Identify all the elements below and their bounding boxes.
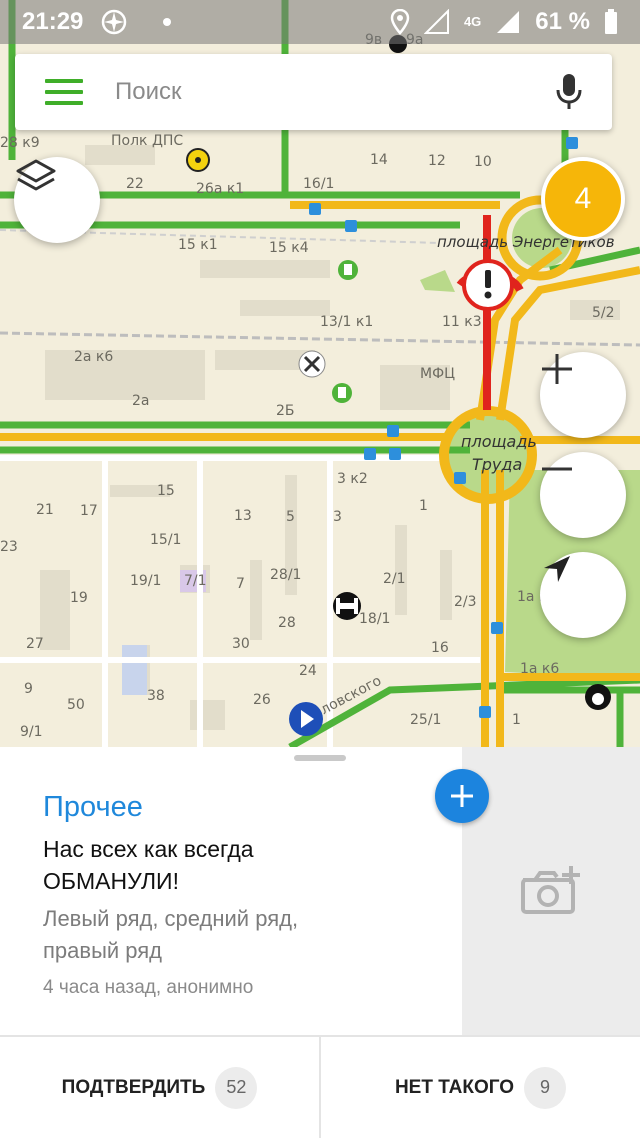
event-meta: 4 часа назад, анонимно (43, 977, 254, 998)
add-photo-icon (521, 866, 580, 914)
map-label: 1 (512, 712, 521, 728)
map-label: 9/1 (20, 724, 43, 740)
add-photo-panel[interactable] (462, 747, 640, 1035)
map-label: 2/3 (454, 594, 477, 610)
map-label: 5/2 (592, 305, 615, 321)
map-label: 38 (147, 688, 165, 704)
map-label: МФЦ (420, 366, 455, 382)
layers-button[interactable] (14, 157, 100, 243)
gym-icon[interactable] (333, 592, 361, 620)
plus-icon (451, 785, 473, 807)
map-label: 13 (234, 508, 252, 524)
map-label: 2/1 (383, 571, 406, 587)
map-label: 21 (36, 502, 54, 518)
map-label: 25/1 (410, 712, 442, 728)
zoom-out-button[interactable] (540, 452, 626, 538)
map-label: 15/1 (150, 532, 182, 548)
map-label: 16/1 (303, 176, 335, 192)
map-label: 5 (286, 509, 295, 525)
event-headline: Нас всех как всегда ОБМАНУЛИ! (43, 836, 254, 894)
map-label: площадь (461, 432, 537, 451)
confirm-count: 52 (215, 1066, 258, 1109)
map-label: 23 (0, 539, 18, 555)
my-location-button[interactable] (540, 552, 626, 638)
map-label: 22 (126, 176, 144, 192)
map-label: 2а (132, 393, 150, 409)
layers-icon (16, 159, 56, 191)
minus-icon (542, 467, 572, 471)
fan-icon (102, 9, 127, 35)
battery-percent: 61 % (535, 8, 590, 35)
navigation-arrow-icon (544, 556, 570, 582)
map-label: Полк ДПС (111, 133, 184, 149)
map-label: 13/1 к1 (320, 314, 374, 330)
map-label: 12 (428, 153, 446, 169)
warning-icon[interactable] (462, 259, 514, 311)
battery-icon (605, 9, 617, 34)
status-bar: 21:29 4G 61 % (0, 0, 640, 44)
tire-service-icon[interactable] (186, 148, 210, 172)
map-label: 30 (232, 636, 250, 652)
deny-count: 9 (524, 1066, 567, 1109)
map-label: 28 к9 (0, 135, 40, 151)
confirm-label: ПОДТВЕРДИТЬ (61, 1076, 206, 1098)
traffic-level-badge[interactable]: 4 (541, 157, 625, 241)
map-label: 27 (26, 636, 44, 652)
map-label: 28/1 (270, 567, 302, 583)
map-label: 15 к4 (269, 240, 309, 256)
map-label: 26а к1 (196, 181, 245, 197)
map-label: 15 к1 (178, 237, 218, 253)
network-type: 4G (463, 14, 482, 29)
map-label: 1а к6 (520, 661, 560, 677)
cell-signal-icon (497, 11, 520, 33)
wifi-signal-icon (423, 9, 449, 34)
map-label: 15 (157, 483, 175, 499)
event-category: Прочее (43, 791, 143, 823)
map-label: 14 (370, 152, 388, 168)
map-label: 16 (431, 640, 449, 656)
map-label: 24 (299, 663, 317, 679)
sheet-drag-handle[interactable] (294, 755, 346, 761)
map-label: 19 (70, 590, 88, 606)
map-label: Труда (472, 455, 523, 474)
event-card: Прочее Нас всех как всегда ОБМАНУЛИ! Лев… (0, 747, 640, 1138)
event-description: Левый ряд, средний ряд, правый ряд (43, 906, 299, 963)
map-label: 28 (278, 615, 296, 631)
map-label: 2Б (276, 403, 295, 419)
deny-button[interactable]: НЕТ ТАКОГО 9 (321, 1037, 640, 1138)
map-label: 50 (67, 697, 85, 713)
map-label: 3 к2 (337, 471, 368, 487)
search-bar (15, 54, 612, 130)
map-label: 11 к3 (442, 314, 482, 330)
event-actions: ПОДТВЕРДИТЬ 52 НЕТ ТАКОГО 9 (0, 1037, 640, 1138)
plus-icon (542, 354, 572, 384)
map-label: 1 (419, 498, 428, 514)
map-label: 7/1 (184, 573, 207, 589)
map-label: 19/1 (130, 573, 162, 589)
map-label: 3 (333, 509, 342, 525)
deny-label: НЕТ ТАКОГО (394, 1076, 515, 1098)
notification-dot-icon (163, 18, 172, 26)
map-label: 26 (253, 692, 271, 708)
location-icon (390, 9, 410, 35)
map-label: 18/1 (359, 611, 391, 627)
map-label: 9 (24, 681, 33, 697)
confirm-button[interactable]: ПОДТВЕРДИТЬ 52 (0, 1037, 319, 1138)
status-time: 21:29 (22, 8, 84, 35)
map-label: 10 (474, 154, 492, 170)
service-icon[interactable] (298, 350, 326, 378)
fuel-icon[interactable] (332, 260, 358, 403)
zoom-in-button[interactable] (540, 352, 626, 438)
microphone-icon[interactable] (544, 67, 594, 117)
map-label: 17 (80, 503, 98, 519)
map-label: 2а к6 (74, 349, 114, 365)
map-label: 7 (236, 576, 245, 592)
play-icon[interactable] (289, 702, 323, 736)
add-comment-button[interactable] (435, 769, 489, 823)
menu-icon[interactable] (45, 79, 83, 105)
search-input[interactable] (115, 78, 544, 106)
